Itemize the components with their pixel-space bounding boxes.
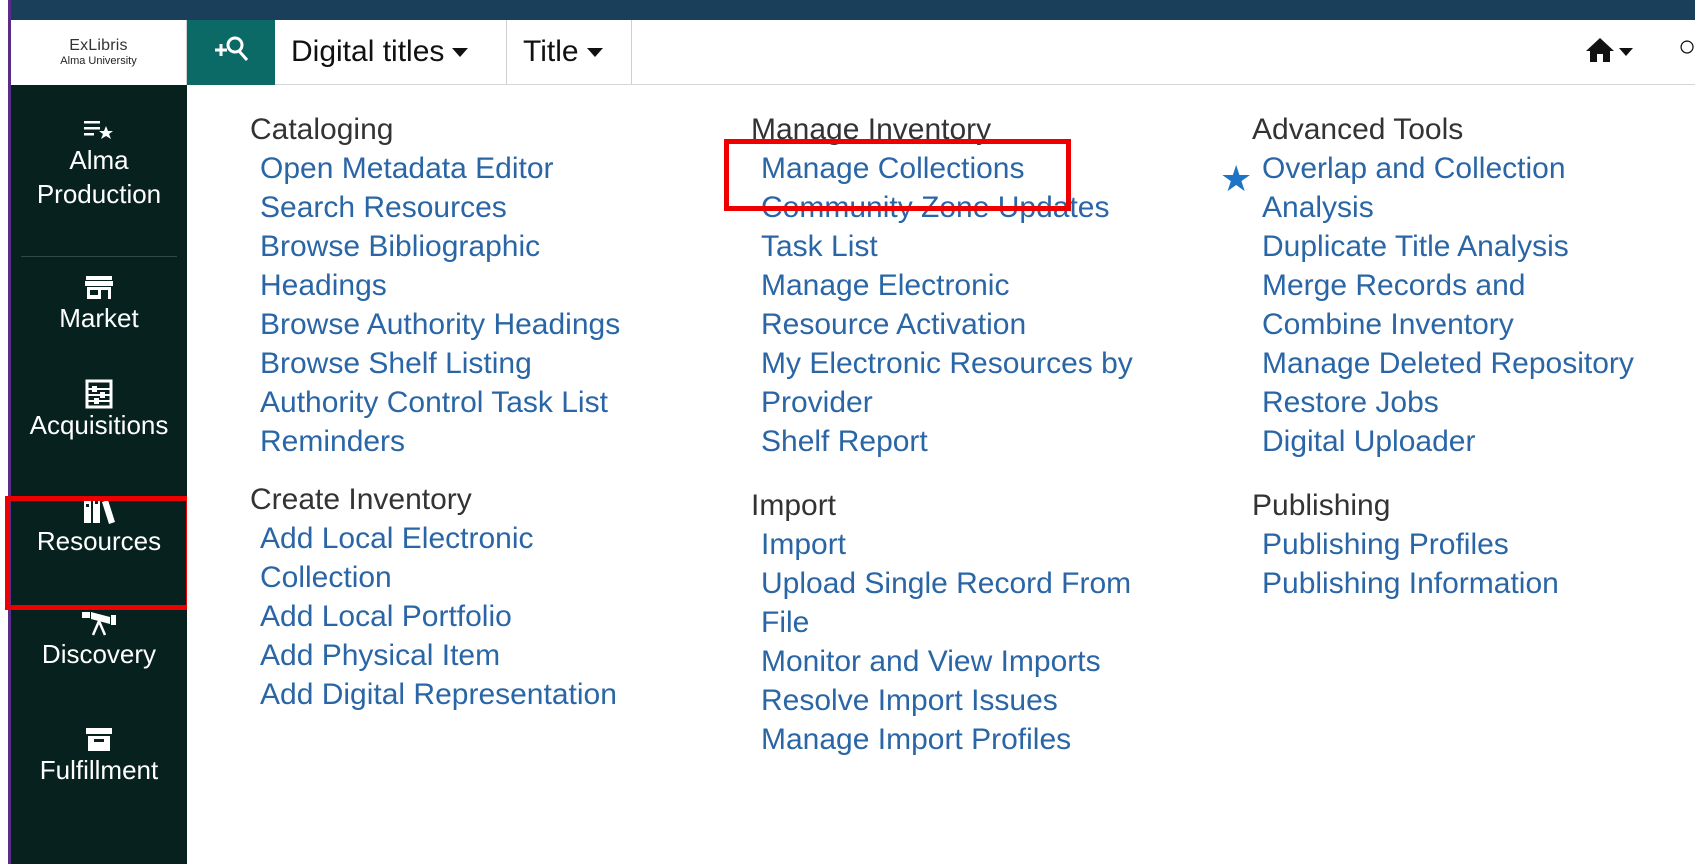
search-scope-label: Digital titles (291, 35, 445, 68)
chevron-down-icon (452, 47, 469, 57)
resources-highlight-box (5, 496, 191, 610)
section-title: Publishing (1252, 489, 1391, 522)
menu-section-publishing: Publishing Publishing Profiles Publishin… (1252, 487, 1695, 603)
list-star-icon (84, 115, 114, 143)
menu-link-monitor-and-view-imports[interactable]: Monitor and View Imports (761, 642, 1211, 681)
menu-link-my-electronic-resources-by-provider[interactable]: My Electronic Resources by Provider (761, 344, 1171, 422)
menu-link-label: Overlap and Collection Analysis (1262, 152, 1566, 224)
menu-link-manage-import-profiles[interactable]: Manage Import Profiles (761, 720, 1211, 759)
menu-link-add-local-portfolio[interactable]: Add Local Portfolio (260, 597, 710, 636)
menu-section-import: Import Import Upload Single Record From … (751, 487, 1211, 759)
menu-link-import[interactable]: Import (761, 525, 1211, 564)
search-person-icon (211, 32, 251, 73)
sidebar-divider (21, 256, 177, 257)
menu-link-search-resources[interactable]: Search Resources (260, 188, 710, 227)
partial-icon[interactable]: ○ (1678, 30, 1695, 64)
menu-link-resolve-import-issues[interactable]: Resolve Import Issues (761, 681, 1211, 720)
menu-link-overlap-and-collection-analysis[interactable]: ★ Overlap and Collection Analysis (1220, 149, 1602, 227)
abacus-icon (84, 379, 114, 409)
menu-link-add-physical-item[interactable]: Add Physical Item (260, 636, 710, 675)
menu-link-duplicate-title-analysis[interactable]: Duplicate Title Analysis (1262, 227, 1695, 266)
menu-link-digital-uploader[interactable]: Digital Uploader (1262, 422, 1695, 461)
menu-link-authority-control-task-list[interactable]: Authority Control Task List (260, 383, 710, 422)
menu-link-browse-shelf-listing[interactable]: Browse Shelf Listing (260, 344, 710, 383)
main-sidebar: Alma Production Market Acquisitions Reso… (11, 85, 187, 864)
search-field-label: Title (523, 35, 579, 68)
sidebar-item-label: Discovery (41, 639, 157, 669)
section-title: Cataloging (250, 113, 394, 146)
chevron-down-icon (586, 47, 603, 57)
menu-link-upload-single-record-from-file[interactable]: Upload Single Record From File (761, 564, 1161, 642)
menu-link-add-digital-representation[interactable]: Add Digital Representation (260, 675, 710, 714)
menu-link-manage-deleted-repository[interactable]: Manage Deleted Repository (1262, 344, 1695, 383)
menu-link-shelf-report[interactable]: Shelf Report (761, 422, 1211, 461)
favorite-star-icon[interactable]: ★ (1220, 161, 1252, 197)
store-icon (84, 273, 114, 301)
institution-logo[interactable]: ExLibris Alma University (11, 20, 187, 85)
sidebar-item-fulfillment[interactable]: Fulfillment (11, 725, 187, 787)
sidebar-item-alma-production[interactable]: Alma Production (11, 115, 187, 211)
archive-box-icon (85, 725, 113, 753)
section-title: Create Inventory (250, 483, 472, 516)
menu-link-browse-bibliographic-headings[interactable]: Browse Bibliographic Headings (260, 227, 590, 305)
menu-section-create-inventory: Create Inventory Add Local Electronic Co… (250, 481, 710, 714)
menu-link-open-metadata-editor[interactable]: Open Metadata Editor (260, 149, 710, 188)
logo-sub-text: Alma University (60, 55, 137, 67)
telescope-icon (80, 609, 118, 637)
menu-link-manage-electronic-resource-activation[interactable]: Manage Electronic Resource Activation (761, 266, 1081, 344)
menu-link-reminders[interactable]: Reminders (260, 422, 710, 461)
sidebar-item-label: Fulfillment (39, 755, 159, 785)
menu-column-3: Advanced Tools ★ Overlap and Collection … (1220, 111, 1695, 617)
menu-section-cataloging: Cataloging Open Metadata Editor Search R… (250, 111, 710, 461)
search-scope-dropdown[interactable]: Digital titles (275, 20, 507, 84)
sidebar-item-discovery[interactable]: Discovery (11, 609, 187, 671)
menu-link-publishing-information[interactable]: Publishing Information (1262, 564, 1695, 603)
menu-link-add-local-electronic-collection[interactable]: Add Local Electronic Collection (260, 519, 580, 597)
home-icon (1585, 36, 1615, 69)
menu-link-browse-authority-headings[interactable]: Browse Authority Headings (260, 305, 710, 344)
search-field-dropdown[interactable]: Title (507, 20, 632, 84)
persistent-search-button[interactable] (187, 20, 275, 85)
menu-column-1: Cataloging Open Metadata Editor Search R… (250, 111, 710, 728)
sidebar-item-label: Acquisitions (29, 410, 169, 440)
section-title: Advanced Tools (1252, 113, 1464, 146)
logo-main-text: ExLibris (69, 37, 128, 54)
search-bar: Digital titles Title ○ (275, 20, 1695, 85)
menu-link-merge-records-and-combine-inventory[interactable]: Merge Records and Combine Inventory (1262, 266, 1562, 344)
sidebar-item-label: Market (59, 303, 139, 333)
menu-section-advanced-tools: Advanced Tools ★ Overlap and Collection … (1220, 111, 1695, 461)
sidebar-item-acquisitions[interactable]: Acquisitions (11, 379, 187, 442)
menu-link-publishing-profiles[interactable]: Publishing Profiles (1262, 525, 1695, 564)
section-title: Import (751, 489, 837, 522)
manage-collections-highlight-box (724, 139, 1071, 211)
chevron-down-icon (1619, 48, 1633, 56)
menu-link-restore-jobs[interactable]: Restore Jobs (1262, 383, 1695, 422)
sidebar-item-label: Alma Production (36, 145, 162, 209)
sidebar-item-market[interactable]: Market (11, 273, 187, 335)
window-top-bar (10, 0, 1695, 20)
home-menu-button[interactable] (1585, 20, 1633, 84)
